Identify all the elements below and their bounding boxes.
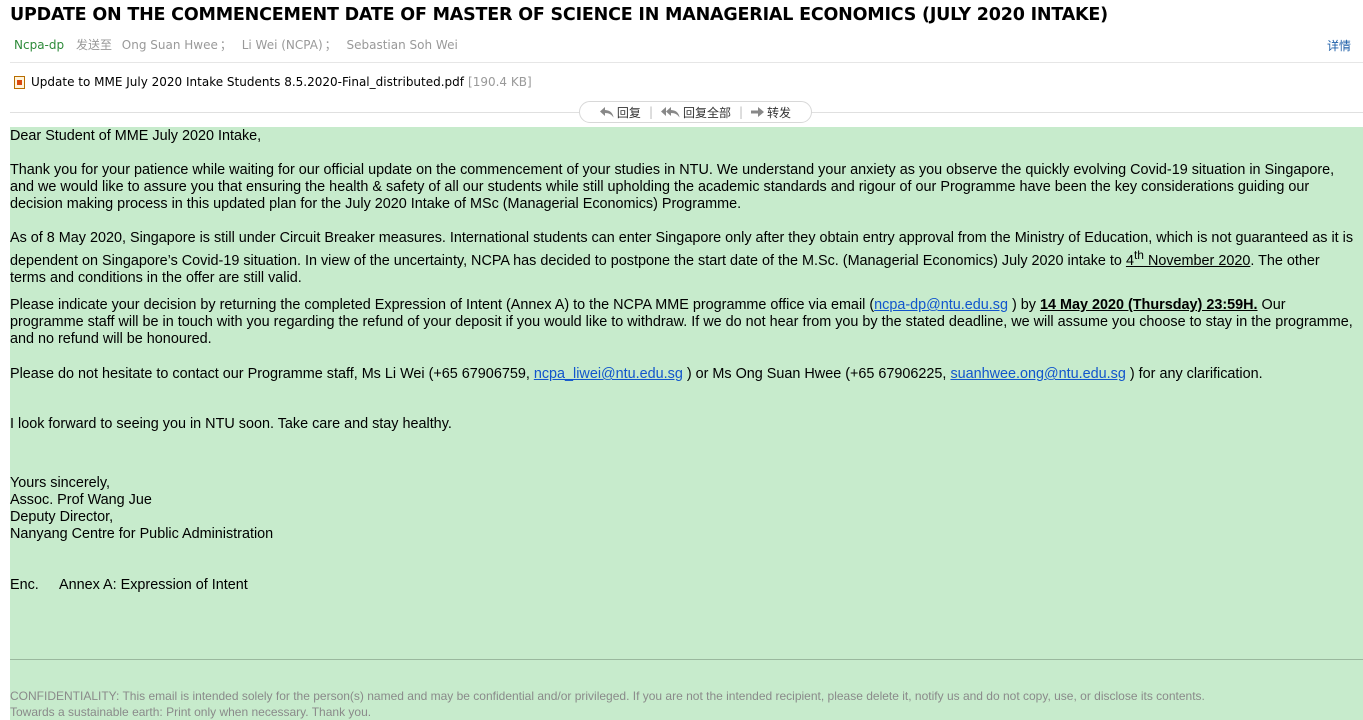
start-date-highlight: 4th November 2020 [1125, 248, 1251, 269]
reply-arrow-icon [599, 106, 614, 117]
forward-button[interactable]: 转发 [743, 104, 799, 121]
enclosure-value: Annex A: Expression of Intent [59, 577, 248, 593]
forward-label: 转发 [767, 105, 792, 120]
sender-name[interactable]: Ncpa-dp [14, 38, 64, 52]
paragraph-contact: Please do not hesitate to contact our Pr… [10, 366, 1263, 382]
deadline-highlight: 14 May 2020 (Thursday) 23:59H. [1039, 297, 1258, 313]
paragraph-intro: Thank you for your patience while waitin… [10, 162, 1335, 212]
signature-line: Deputy Director, [10, 509, 114, 525]
reply-all-label: 回复全部 [682, 105, 731, 120]
details-link[interactable]: 详情 [1327, 37, 1351, 54]
recipient-separator: ； [219, 38, 232, 52]
programme-email-link[interactable]: ncpa-dp@ntu.edu.sg [874, 297, 1008, 313]
sent-to-label: 发送至 [75, 38, 112, 52]
signature-line: Yours sincerely, [10, 475, 110, 491]
forward-arrow-icon [751, 107, 765, 117]
recipient-item[interactable]: Sebastian Soh Wei [347, 38, 458, 52]
pdf-file-icon [14, 75, 25, 89]
confidentiality-notice: CONFIDENTIALITY: This email is intended … [10, 689, 1205, 703]
email-body: Dear Student of MME July 2020 Intake, Th… [10, 127, 1363, 720]
sustainability-footer: Towards a sustainable earth: Print only … [10, 705, 372, 719]
recipient-item[interactable]: Ong Suan Hwee [122, 38, 218, 52]
reply-label: 回复 [616, 105, 641, 120]
email-meta: Ncpa-dp 发送至 Ong Suan Hwee； Li Wei (NCPA)… [14, 36, 1351, 53]
recipient-separator: ； [324, 38, 337, 52]
signature-line: Assoc. Prof Wang Jue [10, 492, 152, 508]
enclosure-label: Enc. [10, 577, 39, 593]
paragraph-decision: Please indicate your decision by returni… [10, 297, 1353, 347]
recipient-item[interactable]: Li Wei (NCPA) [242, 38, 323, 52]
email-subject: UPDATE ON THE COMMENCEMENT DATE OF MASTE… [10, 5, 1108, 25]
greeting: Dear Student of MME July 2020 Intake, [10, 128, 262, 144]
attachment-filename[interactable]: Update to MME July 2020 Intake Students … [31, 75, 464, 89]
header-divider [10, 62, 1363, 63]
footer-divider [10, 659, 1363, 660]
paragraph-postponement: As of 8 May 2020, Singapore is still und… [10, 230, 1354, 286]
reply-actions-bar: 回复 | 回复全部 | 转发 [579, 101, 812, 123]
attachment-size: [190.4 KB] [468, 75, 532, 89]
reply-all-arrow-icon [660, 106, 680, 117]
reply-all-button[interactable]: 回复全部 [653, 104, 739, 121]
liwei-email-link[interactable]: ncpa_liwei@ntu.edu.sg [534, 366, 683, 382]
enclosure: Enc. Annex A: Expression of Intent [10, 577, 1355, 594]
reply-button[interactable]: 回复 [592, 104, 649, 121]
suanhwee-email-link[interactable]: suanhwee.ong@ntu.edu.sg [950, 366, 1125, 382]
paragraph-closing: I look forward to seeing you in NTU soon… [10, 416, 452, 432]
attachment-item[interactable]: Update to MME July 2020 Intake Students … [14, 75, 532, 89]
signature-line: Nanyang Centre for Public Administration [10, 526, 274, 542]
